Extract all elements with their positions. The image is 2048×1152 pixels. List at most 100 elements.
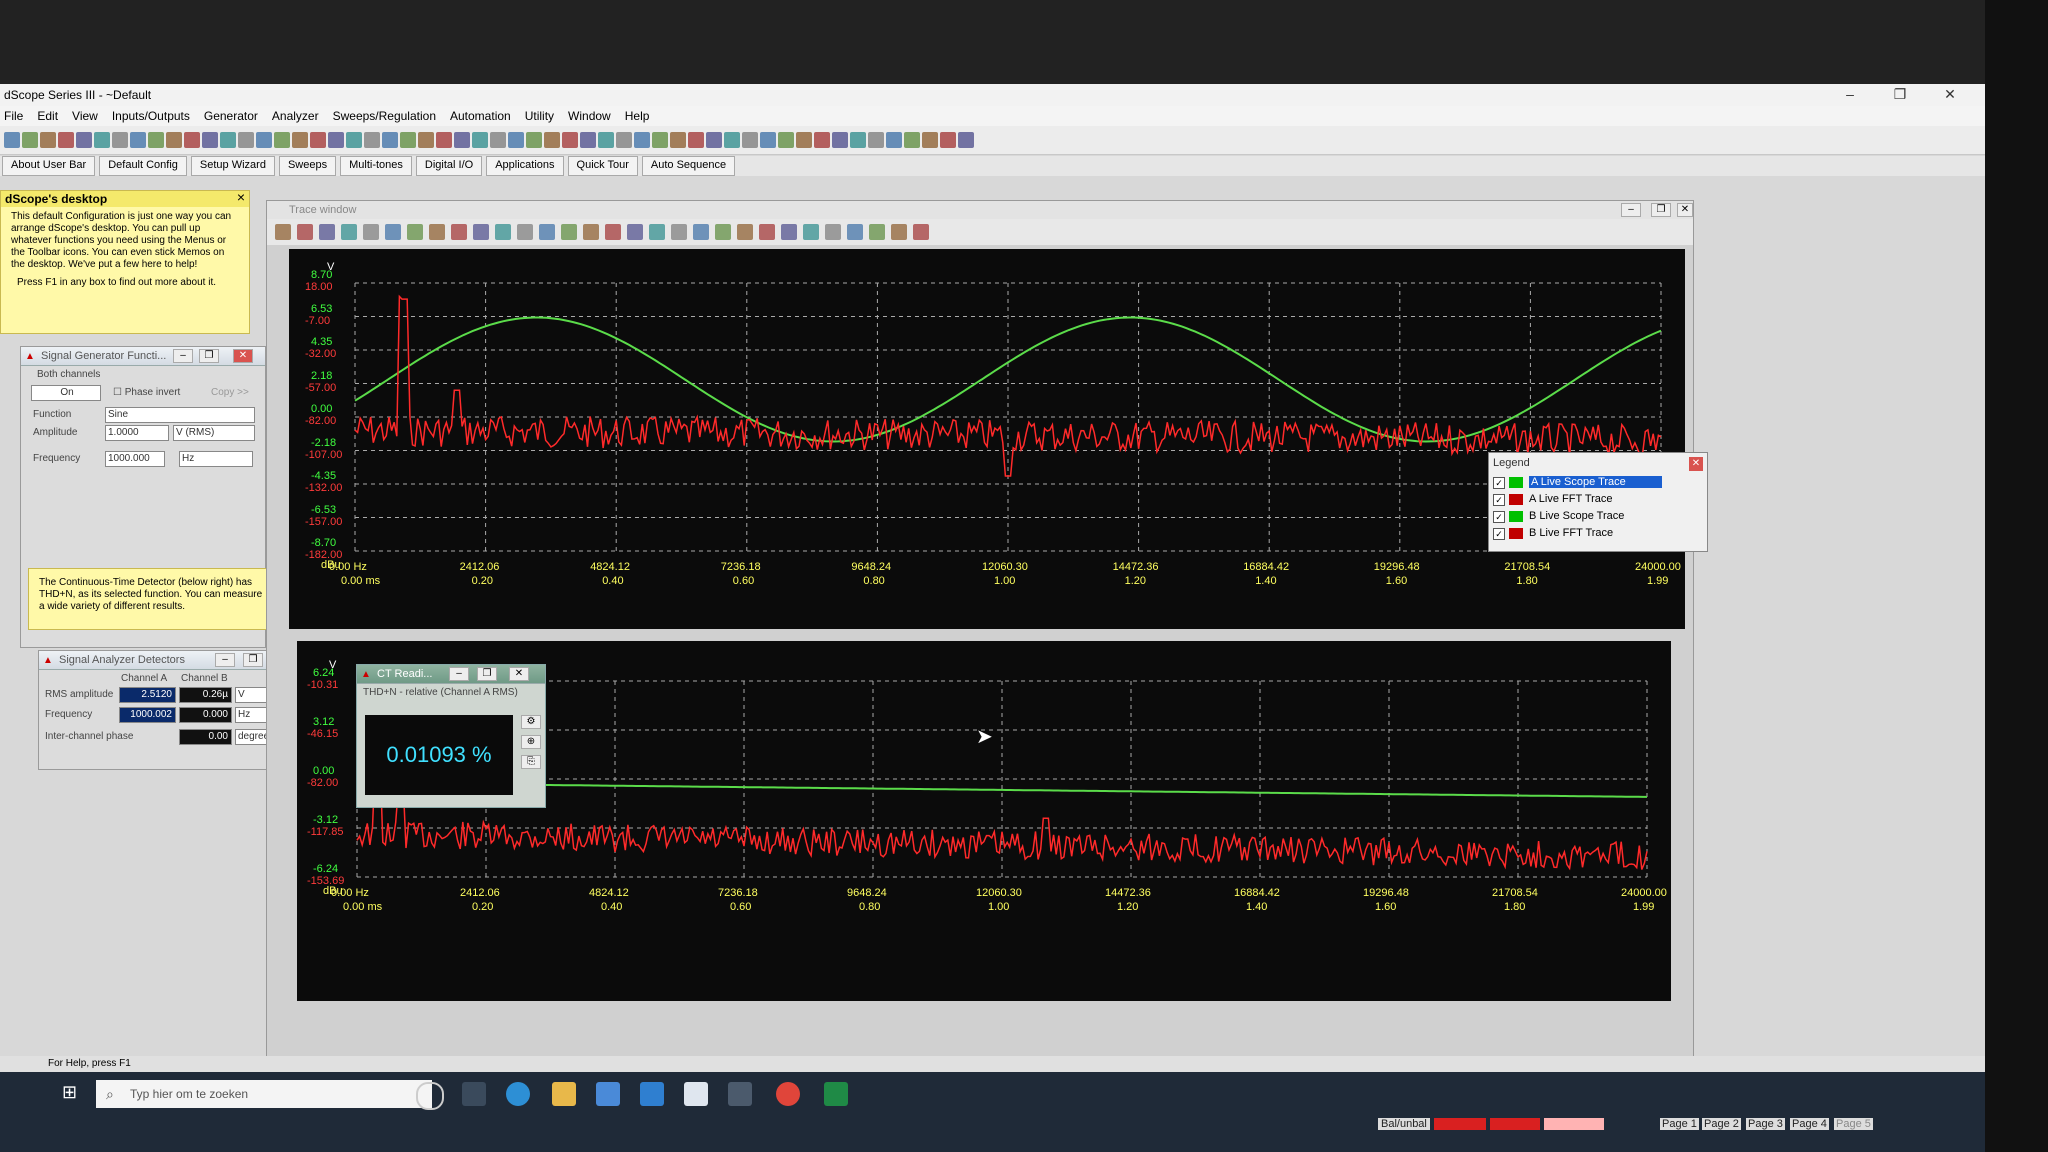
- panel-close-button[interactable]: ✕: [233, 349, 253, 363]
- minimize-button[interactable]: –: [1835, 86, 1865, 102]
- trace-tool-icon[interactable]: [517, 224, 533, 240]
- toolbar-tool-icon[interactable]: [850, 132, 866, 148]
- trace-tool-icon[interactable]: [495, 224, 511, 240]
- analyzer-minimize-button[interactable]: –: [215, 653, 235, 667]
- ct-copy-icon[interactable]: ⎘: [521, 755, 541, 769]
- scope-fft-graph-top[interactable]: 8.70 18.00 6.53 -7.00 4.35 -32.00 2.18 -57.00 0.…: [289, 249, 1685, 629]
- trace-tool-icon[interactable]: [693, 224, 709, 240]
- menu-file[interactable]: File: [4, 109, 23, 123]
- toolbar-tool-icon[interactable]: [724, 132, 740, 148]
- legend-item-a-live-scope[interactable]: ✓ A Live Scope Trace: [1493, 475, 1693, 490]
- ct-minimize-button[interactable]: –: [449, 667, 469, 681]
- default-config-button[interactable]: Default Config: [99, 156, 187, 176]
- legend-item-b-live-fft[interactable]: ✓ B Live FFT Trace: [1493, 526, 1693, 541]
- menu-window[interactable]: Window: [568, 109, 611, 123]
- toolbar-tool-icon[interactable]: [130, 132, 146, 148]
- trace-tool-icon[interactable]: [561, 224, 577, 240]
- menu-automation[interactable]: Automation: [450, 109, 511, 123]
- toolbar-tool-icon[interactable]: [814, 132, 830, 148]
- toolbar-tool-icon[interactable]: [22, 132, 38, 148]
- toolbar-tool-icon[interactable]: [760, 132, 776, 148]
- legend-checkbox[interactable]: ✓: [1493, 477, 1505, 489]
- legend-checkbox[interactable]: ✓: [1493, 494, 1505, 506]
- trace-tool-icon[interactable]: [649, 224, 665, 240]
- menu-utility[interactable]: Utility: [525, 109, 554, 123]
- toolbar-tool-icon[interactable]: [670, 132, 686, 148]
- multi-tones-button[interactable]: Multi-tones: [340, 156, 412, 176]
- toolbar-tool-icon[interactable]: [184, 132, 200, 148]
- trace-tool-icon[interactable]: [737, 224, 753, 240]
- toolbar-tool-icon[interactable]: [508, 132, 524, 148]
- toolbar-tool-icon[interactable]: [400, 132, 416, 148]
- toolbar-tool-icon[interactable]: [922, 132, 938, 148]
- document-icon[interactable]: [684, 1082, 708, 1106]
- menu-help[interactable]: Help: [625, 109, 650, 123]
- toolbar-tool-icon[interactable]: [454, 132, 470, 148]
- trace-tool-icon[interactable]: [891, 224, 907, 240]
- trace-tool-icon[interactable]: [847, 224, 863, 240]
- toolbar-tool-icon[interactable]: [418, 132, 434, 148]
- trace-maximize-button[interactable]: ❐: [1651, 203, 1671, 217]
- toolbar-tool-icon[interactable]: [688, 132, 704, 148]
- trace-tool-icon[interactable]: [275, 224, 291, 240]
- ct-settings-icon[interactable]: ⚙: [521, 715, 541, 729]
- copy-button[interactable]: Copy >>: [211, 387, 249, 398]
- trace-tool-icon[interactable]: [803, 224, 819, 240]
- phase-invert-checkbox[interactable]: ☐ Phase invert: [113, 387, 180, 398]
- windows-start-icon[interactable]: ⊞: [62, 1082, 77, 1103]
- applications-button[interactable]: Applications: [486, 156, 564, 176]
- toolbar-tool-icon[interactable]: [562, 132, 578, 148]
- toolbar-tool-icon[interactable]: [256, 132, 272, 148]
- toolbar-tool-icon[interactable]: [706, 132, 722, 148]
- toolbar-tool-icon[interactable]: [292, 132, 308, 148]
- panel-minimize-button[interactable]: –: [173, 349, 193, 363]
- trace-close-button[interactable]: ✕: [1677, 203, 1693, 217]
- toolbar-tool-icon[interactable]: [76, 132, 92, 148]
- panel-maximize-button[interactable]: ❐: [199, 349, 219, 363]
- ct-close-button[interactable]: ✕: [509, 667, 529, 681]
- about-user-bar-button[interactable]: About User Bar: [2, 156, 96, 176]
- legend-checkbox[interactable]: ✓: [1493, 511, 1505, 523]
- toolbar-tool-icon[interactable]: [598, 132, 614, 148]
- trace-tool-icon[interactable]: [407, 224, 423, 240]
- toolbar-tool-icon[interactable]: [940, 132, 956, 148]
- toolbar-tool-icon[interactable]: [112, 132, 128, 148]
- trace-tool-icon[interactable]: [319, 224, 335, 240]
- toolbar-tool-icon[interactable]: [274, 132, 290, 148]
- toolbar-tool-icon[interactable]: [238, 132, 254, 148]
- toolbar-tool-icon[interactable]: [166, 132, 182, 148]
- trace-tool-icon[interactable]: [627, 224, 643, 240]
- trace-tool-icon[interactable]: [825, 224, 841, 240]
- menu-inputs-outputs[interactable]: Inputs/Outputs: [112, 109, 190, 123]
- page-tab-2[interactable]: Page 2: [1702, 1118, 1741, 1130]
- menu-view[interactable]: View: [72, 109, 98, 123]
- legend-item-a-live-fft[interactable]: ✓ A Live FFT Trace: [1493, 492, 1693, 507]
- toolbar-tool-icon[interactable]: [634, 132, 650, 148]
- trace-tool-icon[interactable]: [297, 224, 313, 240]
- toolbar-tool-icon[interactable]: [436, 132, 452, 148]
- legend-checkbox[interactable]: ✓: [1493, 528, 1505, 540]
- toolbar-tool-icon[interactable]: [616, 132, 632, 148]
- toolbar-tool-icon[interactable]: [778, 132, 794, 148]
- legend-item-b-live-scope[interactable]: ✓ B Live Scope Trace: [1493, 509, 1693, 524]
- toolbar-tool-icon[interactable]: [868, 132, 884, 148]
- function-select[interactable]: Sine: [105, 407, 255, 423]
- trace-tool-icon[interactable]: [913, 224, 929, 240]
- page-tab-1[interactable]: Page 1: [1660, 1118, 1699, 1130]
- toolbar-tool-icon[interactable]: [310, 132, 326, 148]
- maximize-button[interactable]: ❐: [1885, 86, 1915, 103]
- toolbar-tool-icon[interactable]: [472, 132, 488, 148]
- setup-wizard-button[interactable]: Setup Wizard: [190, 156, 275, 176]
- trace-tool-icon[interactable]: [869, 224, 885, 240]
- amplitude-unit-select[interactable]: V (RMS): [173, 425, 255, 441]
- trace-tool-icon[interactable]: [451, 224, 467, 240]
- analyzer-maximize-button[interactable]: ❐: [243, 653, 263, 667]
- toolbar-tool-icon[interactable]: [526, 132, 542, 148]
- trace-minimize-button[interactable]: –: [1621, 203, 1641, 217]
- close-button[interactable]: ✕: [1935, 86, 1965, 103]
- toolbar-tool-icon[interactable]: [148, 132, 164, 148]
- trace-tool-icon[interactable]: [583, 224, 599, 240]
- on-button[interactable]: On: [31, 385, 101, 401]
- frequency-unit-select[interactable]: Hz: [179, 451, 253, 467]
- taskbar-search-input[interactable]: Typ hier om te zoeken: [96, 1080, 432, 1108]
